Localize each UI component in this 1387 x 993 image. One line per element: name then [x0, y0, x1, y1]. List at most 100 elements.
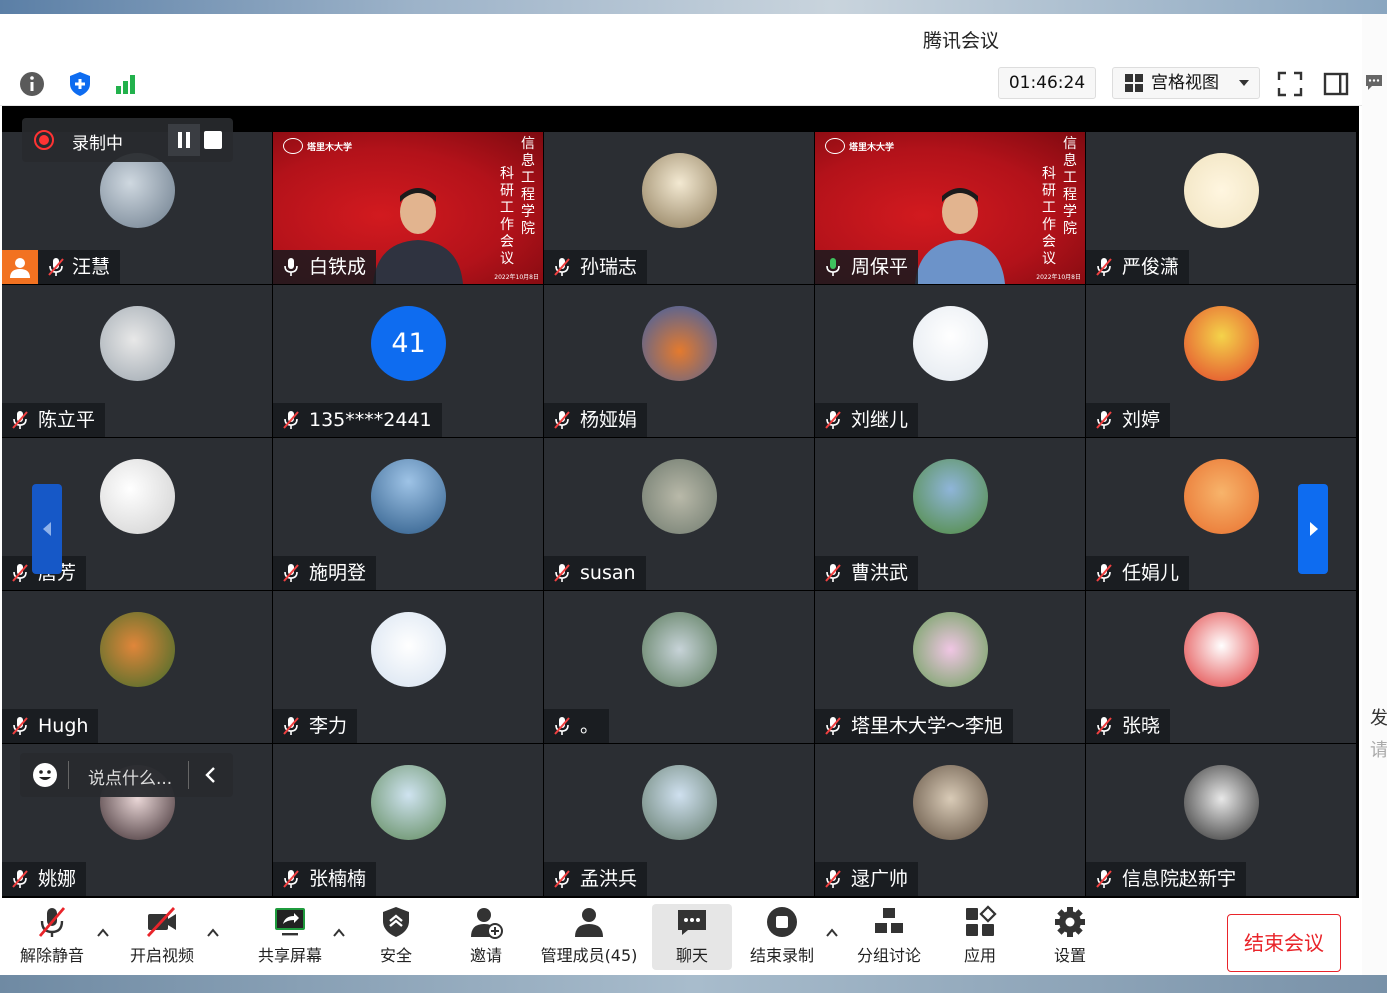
slide-university: 塔里木大学: [307, 143, 353, 153]
mic-muted-icon: [283, 870, 299, 888]
settings-button[interactable]: 设置: [1044, 904, 1096, 970]
participant-tile[interactable]: 塔里木大学 信息工程学院 科研工作会议 2022年10月8日 周保平: [815, 132, 1085, 284]
share-screen-button[interactable]: 共享屏幕: [252, 904, 328, 970]
signal-icon[interactable]: [112, 70, 140, 98]
participant-name-tag: 李力: [273, 709, 358, 743]
avatar: [100, 612, 175, 687]
participant-tile[interactable]: 李力: [273, 591, 543, 743]
participant-name: 白铁成: [309, 256, 367, 278]
participant-tile[interactable]: 信息院赵新宇: [1086, 744, 1356, 896]
participant-tile[interactable]: 。: [544, 591, 814, 743]
participant-name: 任娟儿: [1122, 562, 1180, 584]
mic-muted-icon: [825, 870, 841, 888]
participant-tile[interactable]: 张楠楠: [273, 744, 543, 896]
chat-button[interactable]: 聊天: [652, 904, 732, 970]
manage-members-button[interactable]: 管理成员(45): [536, 904, 642, 970]
participant-name: 曹洪武: [851, 562, 909, 584]
participant-name: 张晓: [1122, 715, 1161, 737]
mic-muted-icon: [12, 717, 28, 735]
recording-dot-icon: [34, 130, 54, 150]
start-video-button[interactable]: 开启视频: [124, 904, 200, 970]
share-screen-icon: [275, 908, 305, 936]
mic-muted-icon: [12, 870, 28, 888]
breakout-rooms-button[interactable]: 分组讨论: [852, 904, 926, 970]
mic-muted-icon: [283, 717, 299, 735]
participant-tile[interactable]: 曹洪武: [815, 438, 1085, 590]
participant-name-tag: 周保平: [815, 250, 919, 284]
participant-tile[interactable]: 塔里木大学 信息工程学院 科研工作会议 2022年10月8日 白铁成: [273, 132, 543, 284]
participant-name-tag: 张晓: [1086, 709, 1171, 743]
participant-name: 孟洪兵: [580, 868, 638, 890]
toolbar-label: 分组讨论: [856, 946, 921, 965]
security-button[interactable]: 安全: [370, 904, 422, 970]
participant-name-tag: 逯广帅: [815, 862, 919, 896]
unmute-button[interactable]: 解除静音: [14, 904, 90, 970]
participant-tile[interactable]: 杨娅娟: [544, 285, 814, 437]
participant-tile[interactable]: 严俊潇: [1086, 132, 1356, 284]
window-title: 腾讯会议: [922, 30, 999, 52]
chevron-up-icon[interactable]: [825, 926, 839, 940]
participant-tile[interactable]: 陈立平: [2, 285, 272, 437]
participant-tile[interactable]: Hugh: [2, 591, 272, 743]
stop-recording-button[interactable]: [202, 129, 224, 151]
mic-muted-icon: [554, 564, 570, 582]
pause-recording-button[interactable]: [168, 124, 200, 156]
info-icon[interactable]: [18, 70, 46, 98]
prev-page-button[interactable]: [32, 484, 62, 574]
toolbar-label: 开启视频: [129, 946, 194, 965]
participant-tile[interactable]: 塔里木大学～李旭: [815, 591, 1085, 743]
mic-muted-icon: [825, 564, 841, 582]
end-meeting-button[interactable]: 结束会议: [1227, 914, 1341, 972]
participant-tile[interactable]: 刘婷: [1086, 285, 1356, 437]
participant-name-tag: Hugh: [2, 709, 99, 743]
avatar: [642, 306, 717, 381]
mic-muted-icon: [1096, 411, 1112, 429]
participant-name-tag: 任娟儿: [1086, 556, 1190, 590]
avatar: [1184, 153, 1259, 228]
message-icon[interactable]: [1364, 72, 1384, 92]
avatar: [913, 306, 988, 381]
toolbar-label: 安全: [379, 946, 412, 965]
chat-icon: [678, 910, 706, 935]
chevron-up-icon[interactable]: [96, 926, 110, 940]
invite-button[interactable]: 邀请: [460, 904, 512, 970]
chevron-up-icon[interactable]: [206, 926, 220, 940]
participant-name: 刘婷: [1122, 409, 1161, 431]
toolbar-label: 设置: [1053, 946, 1086, 965]
shield-icon[interactable]: [66, 70, 94, 98]
participant-tile[interactable]: 张晓: [1086, 591, 1356, 743]
university-logo-icon: [825, 138, 845, 154]
participant-tile[interactable]: susan: [544, 438, 814, 590]
sidebar-toggle-icon[interactable]: [1322, 70, 1350, 98]
avatar: [913, 459, 988, 534]
participant-name: 孙瑞志: [580, 256, 638, 278]
grid-view-icon: [1125, 74, 1143, 92]
participant-tile[interactable]: 孟洪兵: [544, 744, 814, 896]
collapse-chat-icon[interactable]: [201, 765, 221, 785]
chevron-up-icon[interactable]: [332, 926, 346, 940]
participant-name: 李力: [309, 715, 348, 737]
participant-name: 塔里木大学～李旭: [851, 715, 1004, 737]
toolbar-label: 共享屏幕: [257, 946, 322, 965]
apps-button[interactable]: 应用: [954, 904, 1006, 970]
participant-tile[interactable]: 刘继儿: [815, 285, 1085, 437]
next-page-button[interactable]: [1298, 484, 1328, 574]
meeting-info-bar: 01:46:24 宫格视图: [0, 62, 1362, 106]
chat-input[interactable]: 说点什么...: [88, 764, 172, 789]
desktop-background-top: [0, 0, 1387, 14]
participant-tile[interactable]: 41 135****2441: [273, 285, 543, 437]
participant-name-tag: 。: [544, 709, 610, 743]
participant-name: 逯广帅: [851, 868, 909, 890]
participant-tile[interactable]: 逯广帅: [815, 744, 1085, 896]
divider: [68, 761, 69, 789]
emoji-icon[interactable]: [32, 762, 58, 788]
participant-tile[interactable]: 孙瑞志: [544, 132, 814, 284]
fullscreen-icon[interactable]: [1276, 70, 1304, 98]
avatar: [642, 153, 717, 228]
participant-name-tag: 孟洪兵: [544, 862, 648, 896]
stop-recording-toolbar-button[interactable]: 结束录制: [746, 904, 818, 970]
participant-name-tag: 白铁成: [273, 250, 377, 284]
grid-view-dropdown[interactable]: 宫格视图: [1112, 67, 1260, 99]
participant-tile[interactable]: 施明登: [273, 438, 543, 590]
participant-name-tag: 刘继儿: [815, 403, 919, 437]
